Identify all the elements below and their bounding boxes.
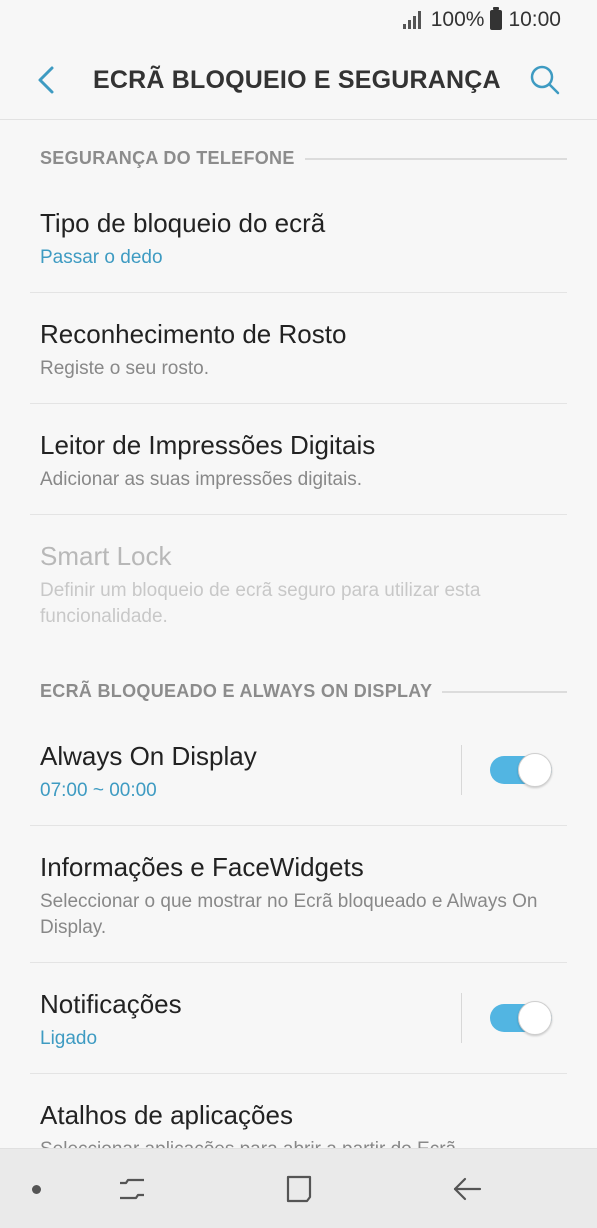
- divider: [30, 1073, 567, 1074]
- divider: [30, 514, 567, 515]
- screen-lock-type-item[interactable]: Tipo de bloqueio do ecrã Passar o dedo: [30, 192, 567, 292]
- toggle-thumb: [518, 753, 552, 787]
- item-subtitle: Seleccionar o que mostrar no Ecrã bloque…: [40, 891, 538, 938]
- face-recognition-item[interactable]: Reconhecimento de Rosto Registe o seu ro…: [30, 303, 567, 403]
- fingerprint-reader-item[interactable]: Leitor de Impressões Digitais Adicionar …: [30, 414, 567, 514]
- section-header-lock-screen-aod: ECRÃ BLOQUEADO E ALWAYS ON DISPLAY: [40, 681, 567, 702]
- notifications-toggle[interactable]: [490, 1001, 552, 1035]
- item-title: Atalhos de aplicações: [40, 1100, 293, 1130]
- vertical-separator: [461, 993, 462, 1043]
- navigation-bar: [0, 1148, 597, 1228]
- item-subtitle: 07:00 ~ 00:00: [40, 780, 157, 801]
- item-title: Smart Lock: [40, 541, 172, 571]
- app-header: ECRÃ BLOQUEIO E SEGURANÇA: [0, 40, 597, 120]
- status-bar: 100% 10:00: [0, 0, 597, 40]
- item-title: Notificações: [40, 989, 182, 1019]
- search-button[interactable]: [527, 62, 563, 98]
- divider: [30, 962, 567, 963]
- search-icon: [530, 65, 560, 95]
- battery-icon: [490, 7, 503, 30]
- item-title: Informações e FaceWidgets: [40, 852, 364, 882]
- battery-percent: 100%: [430, 8, 485, 31]
- nav-dot-icon: [32, 1185, 41, 1194]
- item-subtitle: Definir um bloqueio de ecrã seguro para …: [40, 580, 481, 627]
- item-subtitle: Adicionar as suas impressões digitais.: [40, 469, 363, 490]
- section-header-phone-security: SEGURANÇA DO TELEFONE: [40, 148, 567, 169]
- section-line: [442, 690, 567, 693]
- always-on-display-toggle[interactable]: [490, 753, 552, 787]
- item-title: Tipo de bloqueio do ecrã: [40, 208, 326, 238]
- info-facewidgets-item[interactable]: Informações e FaceWidgets Seleccionar o …: [30, 836, 567, 962]
- item-title: Reconhecimento de Rosto: [40, 319, 347, 349]
- vertical-separator: [461, 745, 462, 795]
- divider: [30, 292, 567, 293]
- notifications-item[interactable]: Notificações Ligado: [30, 973, 567, 1073]
- toggle-thumb: [518, 1001, 552, 1035]
- item-subtitle: Passar o dedo: [40, 247, 163, 268]
- section-line: [304, 157, 567, 160]
- section-label: ECRÃ BLOQUEADO E ALWAYS ON DISPLAY: [40, 681, 433, 701]
- page-title: ECRÃ BLOQUEIO E SEGURANÇA: [93, 66, 501, 94]
- back-button[interactable]: [28, 60, 64, 100]
- divider: [30, 403, 567, 404]
- item-subtitle: Registe o seu rosto.: [40, 358, 209, 379]
- signal-icon: [402, 11, 421, 29]
- recent-apps-icon: [120, 1178, 144, 1200]
- app-shortcuts-item[interactable]: Atalhos de aplicações Seleccionar aplica…: [30, 1084, 567, 1148]
- item-subtitle: Ligado: [40, 1028, 98, 1049]
- divider: [30, 825, 567, 826]
- item-title: Always On Display: [40, 741, 257, 771]
- chevron-left-icon: [38, 66, 54, 94]
- section-label: SEGURANÇA DO TELEFONE: [40, 148, 295, 168]
- back-nav-button[interactable]: [445, 1169, 489, 1209]
- home-icon: [286, 1175, 312, 1203]
- smart-lock-item: Smart Lock Definir um bloqueio de ecrã s…: [30, 525, 567, 645]
- recent-apps-button[interactable]: [110, 1169, 154, 1209]
- always-on-display-item[interactable]: Always On Display 07:00 ~ 00:00: [30, 725, 567, 825]
- settings-list[interactable]: SEGURANÇA DO TELEFONE Tipo de bloqueio d…: [0, 120, 597, 1148]
- item-title: Leitor de Impressões Digitais: [40, 430, 376, 460]
- home-button[interactable]: [277, 1169, 321, 1209]
- status-right: 100% 10:00: [402, 7, 561, 32]
- status-time: 10:00: [508, 8, 561, 31]
- item-subtitle: Seleccionar aplicações para abrir a part…: [40, 1137, 560, 1148]
- back-arrow-icon: [453, 1177, 482, 1201]
